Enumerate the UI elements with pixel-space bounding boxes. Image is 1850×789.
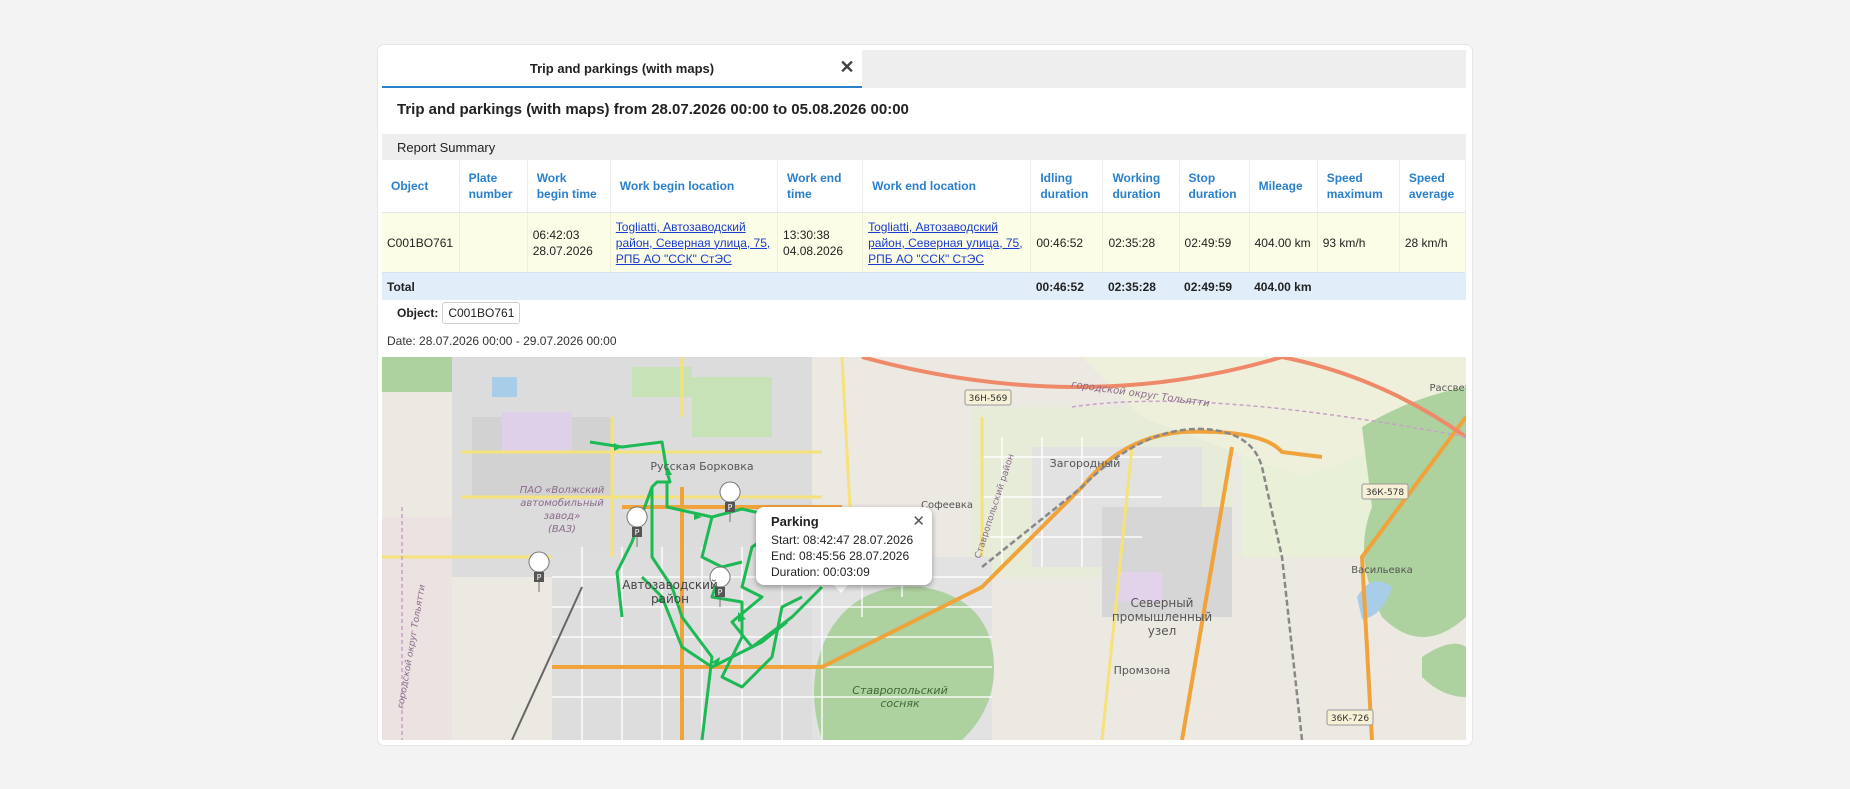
cell-speed-average: 28 km/h	[1399, 212, 1467, 273]
popup-title: Parking	[771, 514, 819, 529]
popup-duration: Duration: 00:03:09	[771, 565, 870, 579]
column-header-object[interactable]: Object	[382, 160, 460, 213]
close-icon[interactable]: ✕	[912, 512, 925, 530]
total-mileage: 404.00 km	[1249, 272, 1318, 300]
map-label-vasilevka: Васильевка	[1351, 565, 1412, 576]
object-chip[interactable]: C001BO761	[442, 302, 521, 324]
work-begin-location-link[interactable]: Togliatti, Автозаводский район, Северная…	[616, 220, 770, 266]
map-label-severny-3: узел	[1148, 624, 1177, 638]
cell-mileage: 404.00 km	[1249, 212, 1318, 273]
map-label-severny-2: промышленный	[1112, 610, 1212, 624]
popup-start: Start: 08:42:47 28.07.2026	[771, 533, 914, 547]
tab-bar: Trip and parkings (with maps) ✕	[382, 50, 1466, 88]
map-label-vaz-2: автомобильный	[520, 497, 604, 509]
close-icon[interactable]: ✕	[836, 56, 858, 78]
trip-map[interactable]: P P P P 36Н-569 36К-578 36К-726 Русская …	[382, 357, 1466, 740]
column-header-work-begin-time[interactable]: Work begin time	[527, 160, 611, 213]
total-idling-duration: 00:46:52	[1030, 272, 1103, 300]
svg-text:P: P	[728, 503, 733, 512]
total-stop-duration: 02:49:59	[1179, 272, 1250, 300]
total-label: Total	[382, 272, 460, 300]
map-label-sosnyak-1: Ставропольский	[852, 684, 947, 697]
cell-object: C001BO761	[382, 212, 460, 273]
date-range-label: Date: 28.07.2026 00:00 - 29.07.2026 00:0…	[387, 334, 617, 348]
report-title: Trip and parkings (with maps) from 28.07…	[397, 101, 909, 118]
map-label-severny-1: Северный	[1131, 596, 1194, 610]
column-header-speed-average[interactable]: Speed average	[1399, 160, 1467, 213]
column-header-mileage[interactable]: Mileage	[1249, 160, 1318, 213]
road-shield-36n569: 36Н-569	[969, 394, 1008, 404]
work-end-location-link[interactable]: Togliatti, Автозаводский район, Северная…	[868, 220, 1022, 266]
svg-text:P: P	[718, 588, 723, 597]
column-header-stop-duration[interactable]: Stop duration	[1179, 160, 1250, 213]
column-header-speed-maximum[interactable]: Speed maximum	[1317, 160, 1400, 213]
svg-text:P: P	[537, 573, 542, 582]
report-summary-label: Report Summary	[397, 139, 496, 155]
cell-work-begin-time: 06:42:03 28.07.2026	[527, 212, 611, 273]
report-summary-table: Object Plate number Work begin time Work…	[382, 160, 1467, 300]
cell-work-begin-location: Togliatti, Автозаводский район, Северная…	[610, 212, 779, 273]
popup-end: End: 08:45:56 28.07.2026	[771, 549, 910, 563]
map-label-vaz-4: (ВАЗ)	[548, 524, 576, 535]
map-label-vaz-1: ПАО «Волжский	[520, 485, 605, 496]
column-header-work-end-time[interactable]: Work end time	[777, 160, 864, 213]
table-header-row: Object Plate number Work begin time Work…	[382, 160, 1467, 213]
cell-working-duration: 02:35:28	[1102, 212, 1180, 273]
cell-idling-duration: 00:46:52	[1030, 212, 1104, 273]
cell-work-end-location: Togliatti, Автозаводский район, Северная…	[862, 212, 1032, 273]
column-header-plate-number[interactable]: Plate number	[459, 160, 528, 213]
table-row: C001BO761 06:42:03 28.07.2026 Togliatti,…	[382, 212, 1467, 273]
map-label-zagorodny: Загородный	[1050, 457, 1121, 470]
tab-label: Trip and parkings (with maps)	[529, 60, 715, 76]
road-shield-36k578: 36К-578	[1366, 488, 1405, 498]
report-summary-header: Report Summary	[382, 134, 1466, 160]
total-row: Total 00:46:52 02:35:28 02:49:59 404.00 …	[382, 272, 1466, 300]
cell-stop-duration: 02:49:59	[1179, 212, 1250, 273]
map-label-borkovka: Русская Борковка	[650, 460, 753, 473]
object-filter-label: Object:	[397, 306, 439, 320]
svg-text:P: P	[635, 528, 640, 537]
map-label-rassvet: Рассвет	[1429, 383, 1466, 394]
column-header-working-duration[interactable]: Working duration	[1102, 160, 1180, 213]
cell-speed-maximum: 93 km/h	[1317, 212, 1400, 273]
object-filter: Object: C001BO761	[397, 302, 521, 324]
road-shield-36k726: 36К-726	[1331, 714, 1370, 724]
cell-plate-number	[459, 212, 528, 273]
column-header-work-begin-location[interactable]: Work begin location	[610, 160, 779, 213]
map-label-vaz-3: завод»	[544, 511, 581, 522]
tab-trip-and-parkings[interactable]: Trip and parkings (with maps) ✕	[382, 50, 862, 88]
map-label-sosnyak-2: сосняк	[880, 697, 920, 710]
map-label-avtozav-1: Автозаводский	[622, 578, 718, 592]
map-label-promzona: Промзона	[1114, 664, 1171, 677]
column-header-work-end-location[interactable]: Work end location	[862, 160, 1032, 213]
parking-popup: Parking ✕ Start: 08:42:47 28.07.2026 End…	[756, 507, 932, 585]
column-header-idling-duration[interactable]: Idling duration	[1030, 160, 1104, 213]
report-panel: Trip and parkings (with maps) ✕ Trip and…	[378, 45, 1472, 745]
cell-work-end-time: 13:30:38 04.08.2026	[777, 212, 864, 273]
total-working-duration: 02:35:28	[1102, 272, 1180, 300]
map-label-avtozav-2: район	[651, 592, 689, 606]
